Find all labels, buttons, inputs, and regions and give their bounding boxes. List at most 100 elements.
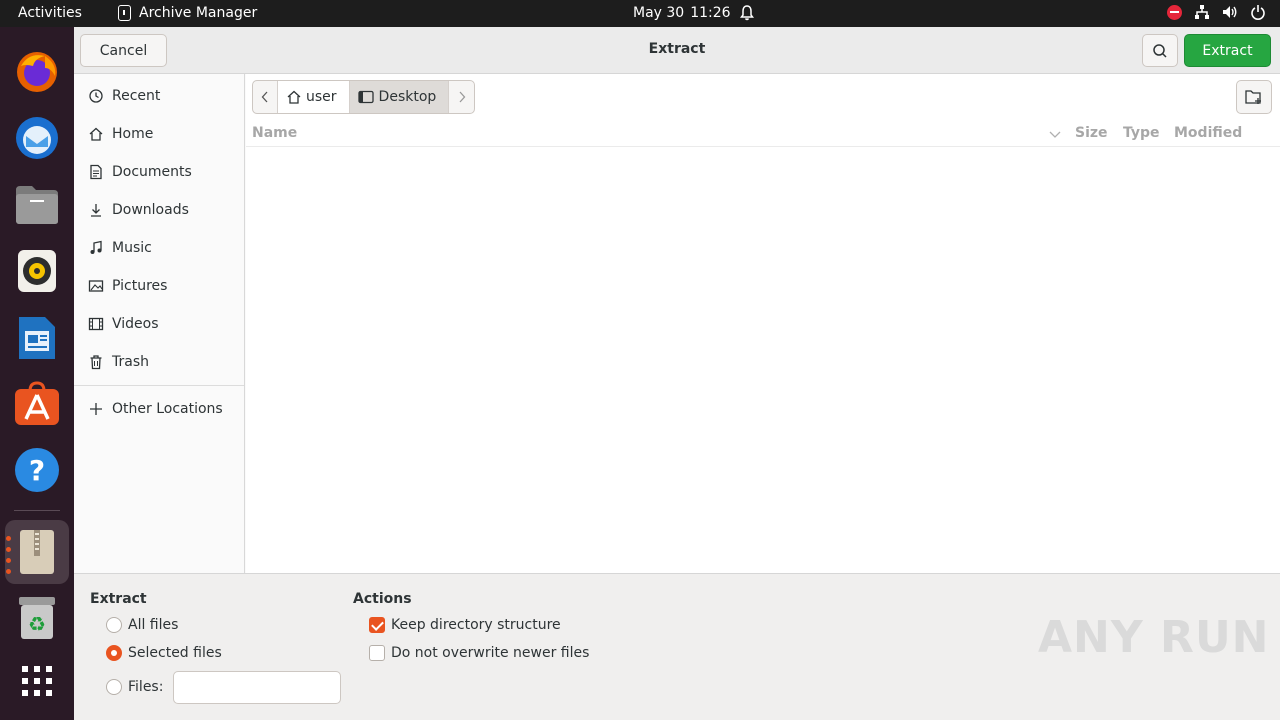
video-icon bbox=[88, 317, 104, 331]
search-icon bbox=[1153, 43, 1167, 58]
plus-icon bbox=[90, 403, 102, 415]
selected-files-radio[interactable] bbox=[106, 645, 122, 661]
path-back-button[interactable] bbox=[253, 81, 278, 113]
files-radio[interactable] bbox=[106, 679, 122, 695]
extract-section-title: Extract bbox=[90, 591, 147, 607]
path-segment-desktop[interactable]: Desktop bbox=[349, 81, 450, 113]
sidebar-item-label: Downloads bbox=[112, 202, 189, 218]
show-apps-icon[interactable] bbox=[13, 657, 61, 705]
column-header: Name Size Type Modified bbox=[246, 121, 1280, 147]
sidebar-item-label: Recent bbox=[112, 88, 161, 104]
new-folder-icon bbox=[1245, 90, 1261, 104]
sidebar-item-label: Trash bbox=[112, 354, 149, 370]
dock-separator bbox=[14, 510, 60, 511]
files-icon[interactable] bbox=[13, 181, 61, 229]
files-option[interactable]: Files: bbox=[106, 679, 163, 695]
download-icon bbox=[91, 204, 101, 217]
new-folder-button[interactable] bbox=[1236, 80, 1272, 114]
places-sidebar: Recent Home Documents Downloads Music Pi… bbox=[74, 74, 245, 573]
column-name[interactable]: Name bbox=[252, 125, 297, 141]
column-modified[interactable]: Modified bbox=[1174, 125, 1242, 141]
sidebar-separator bbox=[74, 385, 244, 386]
activities-button[interactable]: Activities bbox=[18, 5, 82, 21]
file-browser: user Desktop Name Size Type Modified bbox=[246, 74, 1280, 573]
anyrun-watermark: ANY RUN bbox=[1038, 612, 1270, 663]
clock-time: 11:26 bbox=[690, 5, 731, 21]
path-bar: user Desktop bbox=[252, 80, 476, 114]
app-center-icon[interactable] bbox=[13, 380, 61, 428]
keep-structure-checkbox[interactable] bbox=[369, 617, 385, 633]
files-pattern-input[interactable] bbox=[173, 671, 341, 704]
column-size[interactable]: Size bbox=[1075, 125, 1108, 141]
thunderbird-icon[interactable] bbox=[13, 114, 61, 162]
rhythmbox-icon[interactable] bbox=[13, 247, 61, 295]
no-overwrite-label: Do not overwrite newer files bbox=[391, 645, 590, 661]
svg-text:?: ? bbox=[29, 454, 45, 487]
sidebar-item-downloads[interactable]: Downloads bbox=[74, 191, 244, 229]
notification-bell-icon[interactable] bbox=[738, 4, 756, 22]
files-label: Files: bbox=[128, 679, 164, 695]
sidebar-item-pictures[interactable]: Pictures bbox=[74, 267, 244, 305]
sidebar-item-label: Pictures bbox=[112, 278, 168, 294]
chevron-right-icon bbox=[459, 91, 466, 103]
sidebar-item-videos[interactable]: Videos bbox=[74, 305, 244, 343]
sidebar-item-label: Music bbox=[112, 240, 152, 256]
running-indicator bbox=[6, 536, 11, 574]
selected-files-option[interactable]: Selected files bbox=[106, 645, 222, 661]
sidebar-item-trash[interactable]: Trash bbox=[74, 343, 244, 381]
do-not-disturb-icon[interactable] bbox=[1167, 4, 1182, 20]
extract-dialog: Cancel Extract Extract Recent Home Docum… bbox=[74, 27, 1280, 720]
recent-icon bbox=[89, 89, 103, 103]
sidebar-item-label: Other Locations bbox=[112, 401, 223, 417]
home-icon bbox=[89, 127, 103, 141]
all-files-radio[interactable] bbox=[106, 617, 122, 633]
libreoffice-writer-icon[interactable] bbox=[13, 314, 61, 362]
selected-files-label: Selected files bbox=[128, 645, 222, 661]
document-icon bbox=[90, 164, 102, 180]
sidebar-item-recent[interactable]: Recent bbox=[74, 77, 244, 115]
sidebar-item-documents[interactable]: Documents bbox=[74, 153, 244, 191]
path-segment-user[interactable]: user bbox=[278, 81, 350, 113]
extract-options: Extract All files Selected files Files: … bbox=[74, 573, 1280, 720]
all-files-label: All files bbox=[128, 617, 179, 633]
app-name: Archive Manager bbox=[139, 5, 258, 21]
system-tray[interactable] bbox=[1167, 4, 1266, 20]
app-menu[interactable]: Archive Manager bbox=[118, 5, 257, 21]
sidebar-item-home[interactable]: Home bbox=[74, 115, 244, 153]
keep-structure-label: Keep directory structure bbox=[391, 617, 561, 633]
trash-icon[interactable]: ♻ bbox=[13, 594, 61, 642]
no-overwrite-option[interactable]: Do not overwrite newer files bbox=[369, 645, 589, 661]
actions-section-title: Actions bbox=[353, 591, 412, 607]
sidebar-item-music[interactable]: Music bbox=[74, 229, 244, 267]
header-bar: Cancel Extract Extract bbox=[74, 27, 1280, 74]
power-icon[interactable] bbox=[1250, 4, 1266, 20]
path-forward-button[interactable] bbox=[449, 81, 474, 113]
dock: ? ♻ bbox=[0, 27, 74, 720]
network-icon[interactable] bbox=[1194, 4, 1210, 20]
keep-structure-option[interactable]: Keep directory structure bbox=[369, 617, 561, 633]
sidebar-item-other-locations[interactable]: Other Locations bbox=[74, 390, 244, 428]
path-segment-label: user bbox=[306, 89, 337, 105]
search-button[interactable] bbox=[1142, 34, 1178, 67]
sidebar-item-label: Videos bbox=[112, 316, 159, 332]
archive-manager-app-icon bbox=[118, 5, 131, 21]
picture-icon bbox=[88, 280, 104, 292]
sidebar-item-label: Home bbox=[112, 126, 154, 142]
extract-button[interactable]: Extract bbox=[1184, 34, 1271, 67]
clock-date: May 30 bbox=[633, 5, 685, 21]
path-segment-label: Desktop bbox=[378, 89, 437, 105]
clock[interactable]: May 30 11:26 bbox=[633, 5, 731, 21]
volume-icon[interactable] bbox=[1222, 4, 1238, 20]
archive-manager-icon[interactable] bbox=[13, 528, 61, 576]
chevron-down-icon[interactable] bbox=[1049, 131, 1061, 139]
all-files-option[interactable]: All files bbox=[106, 617, 178, 633]
music-icon bbox=[90, 240, 102, 254]
sidebar-item-label: Documents bbox=[112, 164, 192, 180]
home-icon bbox=[287, 90, 301, 104]
help-icon[interactable]: ? bbox=[13, 446, 61, 494]
firefox-icon[interactable] bbox=[13, 48, 61, 96]
chevron-left-icon bbox=[261, 91, 268, 103]
column-type[interactable]: Type bbox=[1123, 125, 1160, 141]
no-overwrite-checkbox[interactable] bbox=[369, 645, 385, 661]
top-bar: Activities Archive Manager May 30 11:26 bbox=[0, 0, 1280, 27]
